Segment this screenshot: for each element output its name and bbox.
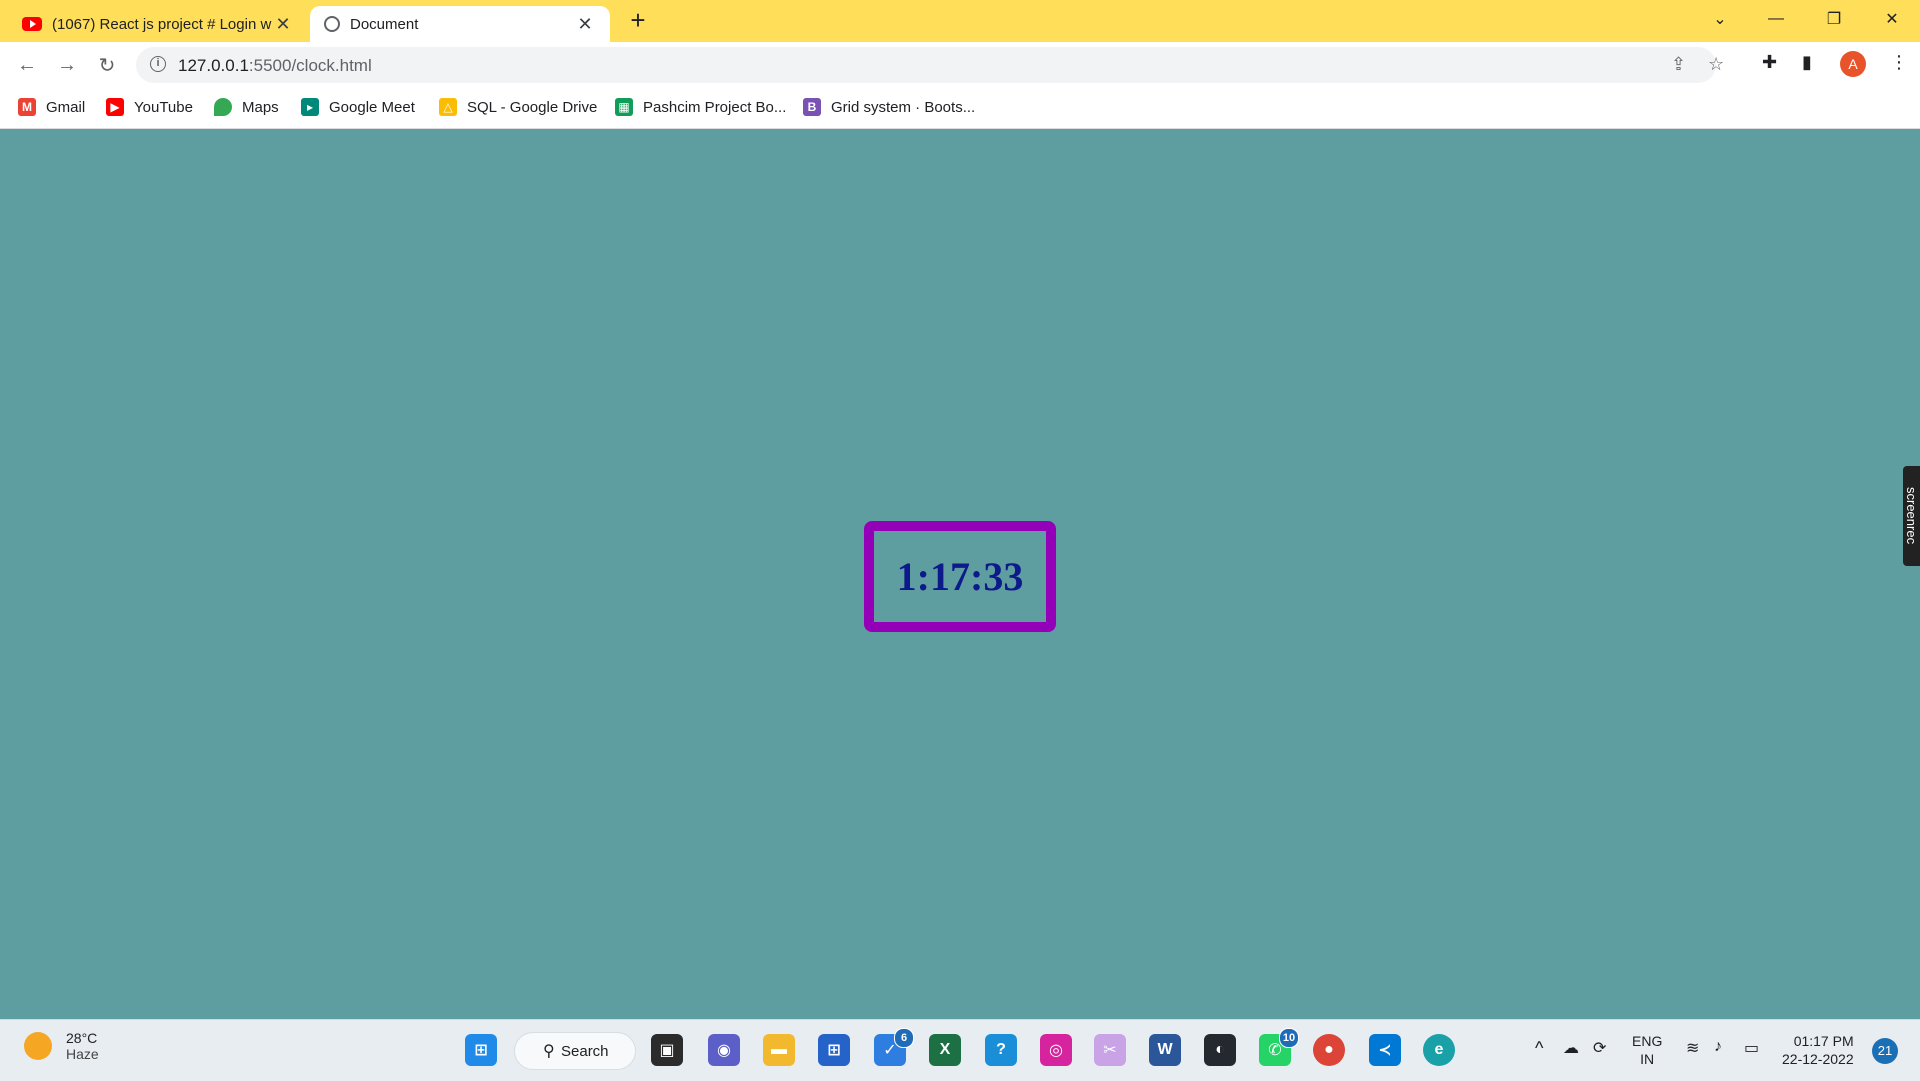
screenrec-widget[interactable]: screenrec xyxy=(1903,466,1920,566)
restore-button[interactable]: ❐ xyxy=(1810,0,1858,38)
task-view-icon[interactable]: ▣ xyxy=(651,1034,683,1066)
share-icon[interactable]: ⇪ xyxy=(1671,54,1686,75)
sheets-icon: ▦ xyxy=(615,98,633,116)
tab-search-icon[interactable]: ⌄ xyxy=(1696,0,1744,38)
tab-document[interactable]: Document ✕ xyxy=(310,6,610,42)
weather-widget[interactable]: 28°C Haze xyxy=(24,1030,99,1062)
teams-chat-icon[interactable]: ◉ xyxy=(708,1034,740,1066)
bookmarks-bar: M Gmail ▶ YouTube Maps ▸ Google Meet △ S… xyxy=(0,88,1920,129)
file-explorer-icon[interactable]: ▬ xyxy=(763,1034,795,1066)
back-icon[interactable]: ← xyxy=(12,50,42,80)
windows-taskbar: 28°C Haze ⊞ ⚲ Search ▣ ◉ ▬ ⊞ ✓ 6 X ? ◎ ✂… xyxy=(0,1019,1920,1081)
github-desktop-icon[interactable]: ◐ xyxy=(1204,1034,1236,1066)
battery-icon[interactable]: ▭ xyxy=(1744,1038,1759,1058)
gmail-icon: M xyxy=(18,98,36,116)
globe-icon xyxy=(324,16,340,32)
word-icon[interactable]: W xyxy=(1149,1034,1181,1066)
sync-icon[interactable]: ⟳ xyxy=(1593,1038,1606,1058)
todo-badge: 6 xyxy=(894,1028,914,1048)
bookmark-maps[interactable]: Maps xyxy=(214,96,279,118)
side-panel-icon[interactable]: ▮ xyxy=(1802,52,1812,73)
site-info-icon[interactable]: i xyxy=(150,56,166,72)
url-text[interactable]: 127.0.0.1:5500/clock.html xyxy=(178,56,372,76)
whatsapp-icon[interactable]: ✆ 10 xyxy=(1259,1028,1299,1066)
minimize-button[interactable]: — xyxy=(1752,0,1800,38)
profile-avatar[interactable]: A xyxy=(1840,51,1866,77)
close-tab-icon[interactable]: ✕ xyxy=(574,14,596,35)
tab-title: Document xyxy=(350,15,419,33)
meet-icon: ▸ xyxy=(301,98,319,116)
volume-icon[interactable]: ♪ xyxy=(1714,1038,1722,1056)
weather-temperature: 28°C xyxy=(66,1030,98,1046)
wifi-icon[interactable]: ≋ xyxy=(1686,1038,1699,1058)
browser-toolbar: ← → ↻ i 127.0.0.1:5500/clock.html ⇪ ☆ ✚ … xyxy=(0,42,1920,88)
whatsapp-badge: 10 xyxy=(1279,1028,1299,1048)
bookmark-grid-system[interactable]: B Grid system · Boots... xyxy=(803,96,975,118)
microsoft-store-icon[interactable]: ⊞ xyxy=(818,1034,850,1066)
get-help-icon[interactable]: ? xyxy=(985,1034,1017,1066)
drive-icon: △ xyxy=(439,98,457,116)
show-hidden-icons[interactable]: ^ xyxy=(1535,1038,1543,1059)
tab-youtube[interactable]: (1067) React js project # Login wi ✕ xyxy=(8,6,308,42)
bookmark-gmail[interactable]: M Gmail xyxy=(18,96,85,118)
digital-clock: 1:17:33 xyxy=(864,521,1056,632)
maps-icon xyxy=(214,98,232,116)
bookmark-pashcim-project[interactable]: ▦ Pashcim Project Bo... xyxy=(615,96,786,118)
notification-count[interactable]: 21 xyxy=(1872,1038,1898,1064)
bookmark-sql-google-drive[interactable]: △ SQL - Google Drive xyxy=(439,96,597,118)
haze-sun-icon xyxy=(24,1032,52,1060)
taskbar-search[interactable]: ⚲ Search xyxy=(514,1032,636,1070)
extensions-icon[interactable]: ✚ xyxy=(1762,52,1777,73)
windows-start-icon[interactable]: ⊞ xyxy=(465,1034,497,1066)
onedrive-icon[interactable]: ☁ xyxy=(1563,1038,1579,1058)
instagram-icon[interactable]: ◎ xyxy=(1040,1034,1072,1066)
bootstrap-icon: B xyxy=(803,98,821,116)
bookmark-google-meet[interactable]: ▸ Google Meet xyxy=(301,96,415,118)
search-icon: ⚲ xyxy=(543,1043,555,1060)
language-indicator[interactable]: ENG IN xyxy=(1632,1032,1662,1068)
address-bar[interactable]: i 127.0.0.1:5500/clock.html ⇪ ☆ xyxy=(136,47,1724,83)
edge-icon[interactable]: e xyxy=(1423,1034,1455,1066)
tab-title: (1067) React js project # Login wi xyxy=(52,15,272,33)
bookmark-star-icon[interactable]: ☆ xyxy=(1708,54,1724,75)
menu-icon[interactable]: ⋮ xyxy=(1890,52,1908,73)
snipping-tool-icon[interactable]: ✂ xyxy=(1094,1034,1126,1066)
tab-strip: (1067) React js project # Login wi ✕ Doc… xyxy=(0,0,1920,42)
new-tab-button[interactable]: + xyxy=(624,6,652,34)
forward-icon[interactable]: → xyxy=(52,50,82,80)
vscode-icon[interactable]: ≺ xyxy=(1369,1034,1401,1066)
reload-icon[interactable]: ↻ xyxy=(92,50,122,80)
close-window-button[interactable]: ✕ xyxy=(1868,0,1916,38)
close-tab-icon[interactable]: ✕ xyxy=(272,14,294,35)
youtube-icon xyxy=(22,17,42,31)
excel-icon[interactable]: X xyxy=(929,1034,961,1066)
todo-icon[interactable]: ✓ 6 xyxy=(874,1028,914,1066)
weather-description: Haze xyxy=(66,1046,99,1062)
bookmark-youtube[interactable]: ▶ YouTube xyxy=(106,96,193,118)
chrome-icon[interactable]: ● xyxy=(1313,1034,1345,1066)
clock-date[interactable]: 01:17 PM 22-12-2022 xyxy=(1782,1032,1854,1068)
youtube-icon: ▶ xyxy=(106,98,124,116)
